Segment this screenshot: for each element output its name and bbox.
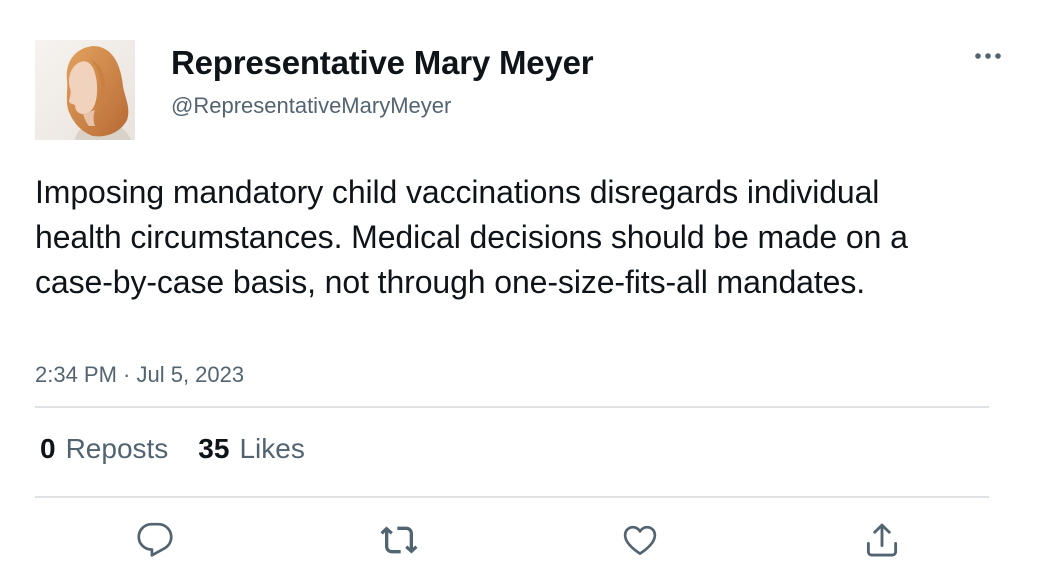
likes-stat[interactable]: 35 Likes [198, 431, 305, 467]
engagement-stats: 0 Reposts 35 Likes [40, 431, 305, 467]
reposts-count: 0 [40, 433, 56, 464]
repost-button[interactable] [375, 516, 423, 564]
reposts-label: Reposts [65, 433, 169, 464]
author-handle[interactable]: @RepresentativeMaryMeyer [171, 92, 593, 120]
tweet-text: Imposing mandatory child vaccinations di… [35, 174, 908, 300]
like-button[interactable] [616, 516, 664, 564]
share-button[interactable] [858, 516, 906, 564]
tweet-timestamp[interactable]: 2:34 PM · Jul 5, 2023 [35, 360, 244, 390]
share-icon [866, 523, 898, 557]
likes-label: Likes [239, 433, 305, 464]
avatar[interactable] [35, 40, 135, 140]
avatar-portrait-image [35, 40, 135, 140]
reposts-stat[interactable]: 0 Reposts [40, 431, 168, 467]
divider [35, 406, 989, 408]
author-info: Representative Mary Meyer @Representativ… [171, 42, 594, 120]
action-bar [0, 516, 1050, 564]
more-horizontal-icon [975, 53, 1001, 59]
reply-button[interactable] [131, 516, 179, 564]
divider [35, 496, 989, 498]
author-display-name[interactable]: Representative Mary Meyer [171, 42, 594, 84]
tweet-card: Representative Mary Meyer @Representativ… [0, 0, 1050, 570]
likes-count: 35 [198, 433, 230, 464]
reply-icon [137, 522, 173, 557]
repost-icon [380, 526, 418, 554]
heart-icon [623, 525, 657, 555]
more-options-button[interactable] [966, 42, 1010, 70]
